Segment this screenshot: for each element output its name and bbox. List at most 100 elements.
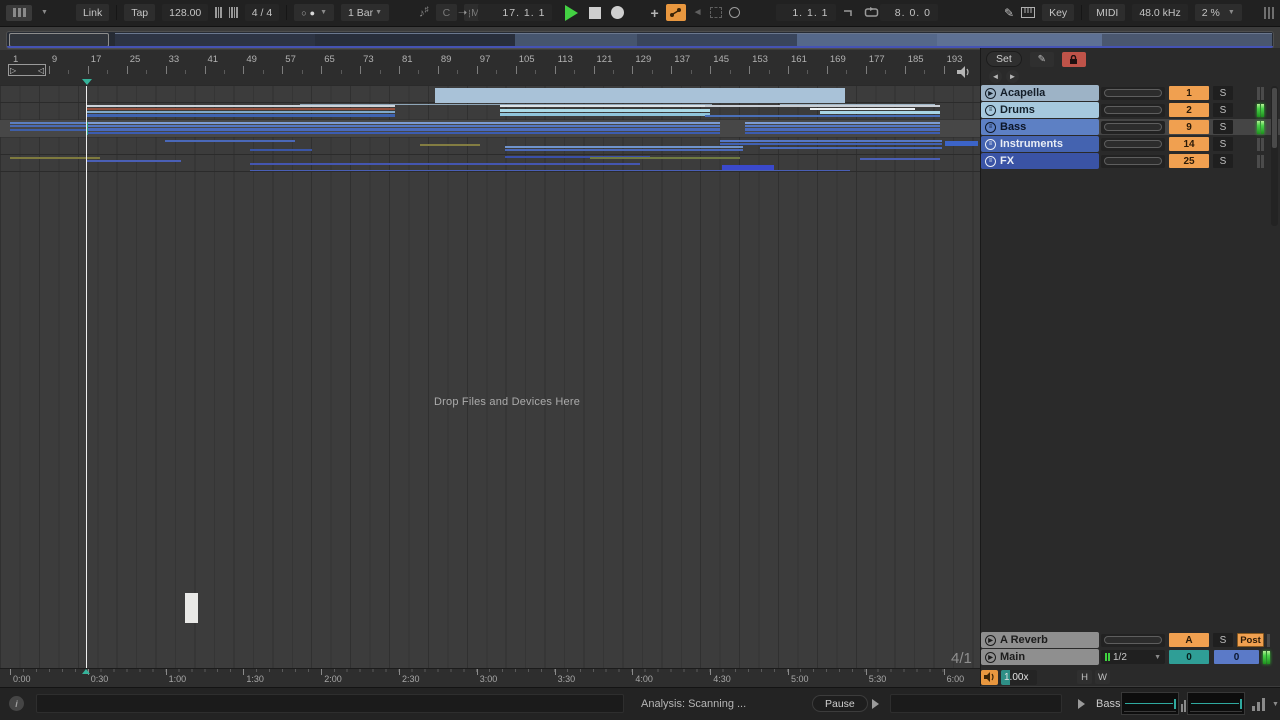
time-signature-field[interactable]: 4 / 4 [245,4,279,21]
clip-stripe[interactable] [745,128,940,131]
clip-stripe[interactable] [420,144,480,146]
clip-stripe[interactable] [88,125,720,127]
loop-length-field[interactable]: 8. 0. 0 [880,4,938,21]
locator-pencil-button[interactable]: ✎ [1030,52,1054,67]
main-name-box[interactable]: ▶Main [981,649,1099,665]
clip-stripe[interactable] [500,109,710,112]
clip-stripe[interactable] [705,115,940,117]
clip-stripe[interactable] [86,105,395,107]
clip-stripe[interactable] [88,132,720,134]
capture-midi-icon[interactable] [729,7,740,18]
track-header-bass[interactable]: ≡Bass 9 S [981,119,1280,135]
loop-switch-icon[interactable] [864,7,879,18]
clip-stripe[interactable] [88,128,720,131]
track-fold-icon[interactable]: ≡ [985,156,996,167]
nudge-up-icon[interactable] [229,7,238,18]
track-name-box[interactable]: ≡Instruments [981,136,1099,152]
track-header-acapella[interactable]: ▶Acapella 1 S [981,85,1280,101]
track-solo-button[interactable]: S [1213,120,1233,134]
play-button[interactable] [565,5,578,21]
clip-stripe[interactable] [705,105,940,107]
draw-pencil-icon[interactable]: ✎ [1004,6,1014,20]
return-send-button[interactable]: A [1169,633,1209,647]
main-track-header[interactable]: ▶Main 1/2▼ 0 0 [981,649,1280,665]
track-volume-slider[interactable] [1101,104,1165,117]
re-enable-automation-icon[interactable]: ◄ [693,7,703,18]
output-level-icon[interactable] [1252,697,1265,711]
panel-scrollbar[interactable] [1271,86,1278,226]
analysis-resume-icon[interactable] [872,699,879,709]
track-fold-icon[interactable]: ▶ [985,88,996,99]
track-arm-button[interactable]: 25 [1169,154,1209,168]
nudge-down-icon[interactable] [215,7,222,18]
main-volume-value[interactable]: 0 [1214,650,1259,664]
track-solo-button[interactable]: S [1213,137,1233,151]
tempo-field[interactable]: 128.00 [162,4,208,21]
track-solo-button[interactable]: S [1213,154,1233,168]
track-volume-slider[interactable] [1101,87,1165,100]
return-volume-slider[interactable] [1101,634,1165,647]
clip-stripe[interactable] [590,157,740,159]
set-locator-button[interactable]: Set [986,51,1022,67]
clip-stripe[interactable] [86,111,395,113]
track-fold-icon[interactable]: ≡ [985,139,996,150]
clip-stripe[interactable] [720,143,942,145]
clip-stripe[interactable] [810,108,915,110]
arrangement-loop-brace[interactable]: ▷◁ [8,64,46,76]
link-button[interactable]: Link [76,4,109,21]
monitor-play-icon[interactable] [1078,699,1085,709]
track-solo-button[interactable]: S [1213,86,1233,100]
info-icon[interactable]: i [9,696,24,711]
time-ruler[interactable]: 0:000:301:001:302:002:303:003:304:004:30… [0,668,980,687]
draw-mode-icon[interactable] [710,7,722,18]
main-pan-value[interactable]: 0 [1169,650,1209,664]
post-fader-button[interactable]: Post [1237,633,1264,647]
clip-stripe[interactable] [86,160,181,162]
overview-view-rectangle[interactable] [9,33,109,47]
zoom-level-display[interactable]: 1.00x [1001,670,1037,685]
clip-stripe[interactable] [500,105,710,107]
track-fold-icon[interactable]: ≡ [985,105,996,116]
track-arm-button[interactable]: 1 [1169,86,1209,100]
track-name-box[interactable]: ≡Drums [981,102,1099,118]
clip-stripe[interactable] [250,163,640,165]
clip-stripe[interactable] [88,122,720,124]
track-name-box[interactable]: ≡Bass [981,119,1099,135]
track-arm-button[interactable]: 9 [1169,120,1209,134]
clip-stripe[interactable] [745,125,940,127]
clip-stripe[interactable] [860,158,940,160]
return-name-box[interactable]: ▶A Reverb [981,632,1099,648]
arrangement-position-field[interactable]: 17. 1. 1 [478,4,552,21]
scale-icon[interactable]: ♪♯ [419,5,429,20]
clip-stripe[interactable] [760,147,942,149]
clip-stripe[interactable] [10,125,86,127]
clip-stripe[interactable] [10,122,86,124]
track-arm-button[interactable]: 14 [1169,137,1209,151]
track-header-drums[interactable]: ≡Drums 2 S [981,102,1280,118]
key-map-button[interactable]: Key [1042,4,1074,21]
optimize-width-button[interactable]: W [1095,670,1110,684]
clip-stripe[interactable] [435,88,845,103]
arrangement-overview[interactable] [6,31,1274,49]
clip-stripe[interactable] [505,146,743,148]
beat-time-ruler[interactable]: 1917253341495765738189971051131211291371… [0,50,980,85]
clip-stripe[interactable] [745,132,940,134]
track-fold-icon[interactable]: ≡ [985,122,996,133]
control-bar-dropdown-icon[interactable]: ▼ [41,9,48,16]
output-dropdown-icon[interactable]: ▼ [1272,701,1279,708]
clip-stripe[interactable] [720,140,942,142]
track-solo-button[interactable]: S [1213,103,1233,117]
track-name-box[interactable]: ≡FX [981,153,1099,169]
playhead-marker-top[interactable] [82,79,92,85]
automation-mode-button[interactable] [666,4,686,21]
follow-button[interactable]: ➝┆ [458,6,471,19]
track-volume-slider[interactable] [1101,138,1165,151]
automation-lock-button[interactable] [1062,52,1086,67]
track-name-box[interactable]: ▶Acapella [981,85,1099,101]
quantization-menu[interactable]: 1 Bar▼ [341,4,389,21]
stop-button[interactable] [589,7,601,19]
tap-tempo-button[interactable]: Tap [124,4,155,21]
arrangement-area[interactable]: Drop Files and Devices Here 4/1 [0,85,980,668]
track-volume-slider[interactable] [1101,121,1165,134]
clip-stripe[interactable] [165,140,295,142]
